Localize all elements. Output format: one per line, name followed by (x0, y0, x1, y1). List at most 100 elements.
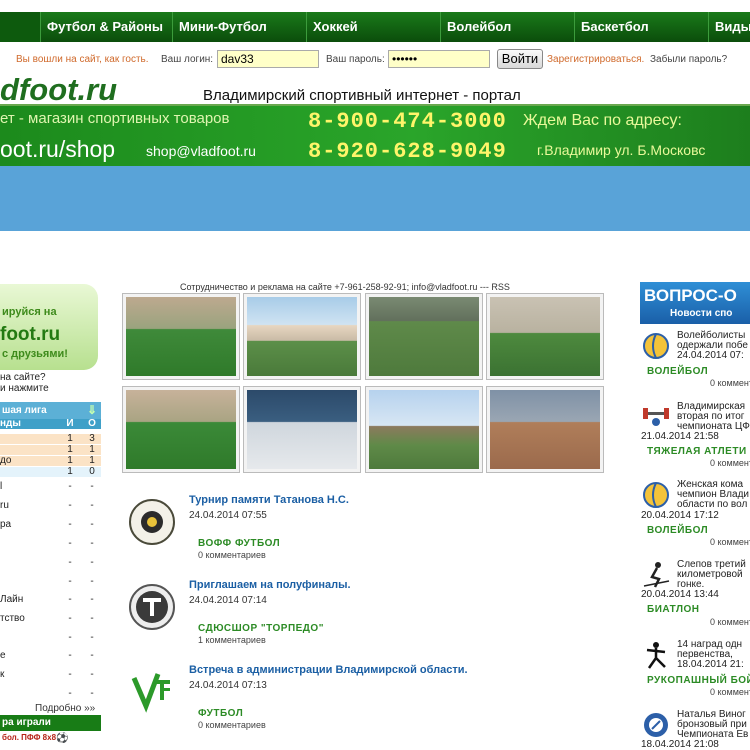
login-input[interactable] (217, 50, 319, 68)
gallery-photo-team-lineup (369, 390, 479, 469)
news-comments[interactable]: 0 комментариев (198, 550, 266, 560)
side-news-category[interactable]: ВОЛЕЙБОЛ (647, 525, 708, 536)
league-table-header: нды И О (0, 419, 101, 429)
side-news-item[interactable]: Волейболисты одержали побе 24.04.2014 07… (641, 331, 750, 391)
side-news-comments[interactable]: 0 коммент (710, 537, 750, 547)
side-news-comments[interactable]: 0 коммент (710, 378, 750, 388)
news-item[interactable]: Приглашаем на полуфиналы. 24.04.2014 07:… (122, 579, 522, 649)
news-title[interactable]: Турнир памяти Татанова Н.С. (189, 494, 349, 506)
register-link[interactable]: Зарегистрироваться. (547, 54, 644, 65)
team-points: 1 (89, 444, 95, 455)
team-games: - (68, 688, 72, 699)
news-title[interactable]: Приглашаем на полуфиналы. (189, 579, 351, 591)
nav-item-basketball[interactable]: Баскетбол (574, 12, 708, 42)
table-row[interactable]: 1 1 (0, 445, 101, 455)
side-news-category[interactable]: ТЯЖЕЛАЯ АТЛЕТИ (647, 446, 747, 457)
team-points: 3 (89, 433, 95, 444)
banner-address: г.Владимир ул. Б.Московс (537, 142, 706, 158)
login-submit-button[interactable]: Войти (497, 49, 543, 69)
gallery-thumb[interactable] (122, 386, 240, 473)
table-row[interactable]: 1 0 (0, 467, 101, 477)
team-games: - (68, 613, 72, 624)
left-note-2: и нажмите (0, 383, 49, 394)
banner-shop-line: ет - магазин спортивных товаров (0, 110, 230, 127)
register-promo[interactable]: ируйся на foot.ru с друзьями! (0, 284, 98, 370)
news-comments[interactable]: 0 комментариев (198, 720, 266, 730)
league-more-link[interactable]: Подробно »» (35, 703, 95, 714)
hand-to-hand-combat-icon (646, 642, 666, 669)
news-category[interactable]: ВОФФ ФУТБОЛ (198, 538, 280, 549)
ball-icon: ⚽ (56, 733, 69, 744)
gallery-thumb[interactable] (365, 386, 483, 473)
vopros-title: ВОПРОС-О (644, 286, 737, 305)
team-points: - (90, 557, 94, 568)
volleyball-icon (643, 333, 669, 359)
gallery-photo-stadium (247, 297, 357, 376)
photo-gallery (122, 293, 605, 473)
team-name: Лайн (0, 594, 24, 605)
table-row[interactable]: до 1 1 (0, 456, 101, 466)
side-news-item[interactable]: Наталья Виног бронзовый при Чемпионата Е… (641, 710, 750, 750)
side-news-item[interactable]: 14 наград одн первенства, 18.04.2014 21:… (641, 640, 750, 700)
side-news-line[interactable]: области по вол (677, 500, 747, 510)
nav-item-volleyball[interactable]: Волейбол (440, 12, 574, 42)
vopros-banner[interactable]: ВОПРОС-О Новости спо (640, 282, 750, 324)
league-arrow-icon[interactable]: ⇓ (87, 402, 97, 419)
nav-item-football[interactable]: Футбол & Районы (40, 12, 172, 42)
news-item[interactable]: Встреча в администрации Владимирской обл… (122, 664, 522, 734)
gallery-thumb[interactable] (365, 293, 483, 380)
team-games: 1 (67, 466, 73, 477)
gallery-thumb[interactable] (243, 293, 361, 380)
gallery-thumb[interactable] (122, 293, 240, 380)
side-news-date: 20.04.2014 13:44 (641, 589, 719, 600)
side-news-item[interactable]: Слепов третий километровой гонке. 20.04.… (641, 560, 750, 630)
voff-logo-icon (129, 499, 175, 545)
password-label: Ваш пароль: (326, 54, 385, 65)
register-promo-line1: ируйся на (2, 306, 57, 318)
nav-item-mini-football[interactable]: Мини-Футбол (172, 12, 306, 42)
site-logo[interactable]: dfoot.ru (0, 72, 117, 108)
gallery-thumb[interactable] (486, 293, 604, 380)
team-name: ра (0, 519, 12, 530)
news-title[interactable]: Встреча в администрации Владимирской обл… (189, 664, 468, 676)
side-news-comments[interactable]: 0 коммент (710, 687, 750, 697)
side-news-comments[interactable]: 0 коммент (710, 458, 750, 468)
side-news-item[interactable]: Владимирская вторая по итог чемпионата Ц… (641, 402, 750, 472)
gallery-photo-players (126, 390, 236, 469)
blue-menu-bar (0, 166, 750, 231)
gallery-photo-match (369, 297, 479, 376)
side-news-category[interactable]: БИАТЛОН (647, 604, 699, 615)
side-news-line: 24.04.2014 07: (677, 350, 744, 361)
news-comments[interactable]: 1 комментариев (198, 635, 266, 645)
news-date: 24.04.2014 07:55 (189, 510, 267, 521)
page-root: { "nav": { "items": ["Футбол & Районы", … (0, 0, 750, 750)
side-news-category[interactable]: ВОЛЕЙБОЛ (647, 366, 708, 377)
side-news-category[interactable]: РУКОПАШНЫЙ БОЙ (647, 675, 750, 686)
played-game-row[interactable]: бол. ПФФ 8х8 ⚽ (0, 731, 101, 745)
gallery-photo-referee (490, 297, 600, 376)
biathlon-skier-icon (643, 562, 670, 588)
password-input[interactable] (388, 50, 490, 68)
side-news-comments[interactable]: 0 коммент (710, 617, 750, 627)
vopros-subtitle: Новости спо (670, 308, 733, 319)
league-col-games: И (66, 418, 74, 429)
side-news-line: 18.04.2014 21: (677, 659, 744, 670)
gallery-thumb[interactable] (243, 386, 361, 473)
nav-item-sports[interactable]: Виды (708, 12, 750, 42)
forgot-password-link[interactable]: Забыли пароль? (650, 54, 727, 65)
news-item[interactable]: Турнир памяти Татанова Н.С. 24.04.2014 0… (122, 494, 522, 564)
table-row[interactable]: 1 3 (0, 434, 101, 444)
side-news-item[interactable]: Женская кома чемпион Влади области по во… (641, 480, 750, 550)
team-games: - (68, 650, 72, 661)
team-points: - (90, 576, 94, 587)
shop-banner[interactable]: ет - магазин спортивных товаров oot.ru/s… (0, 106, 750, 166)
gallery-photo-coaches (247, 390, 357, 469)
left-note-1: на сайте? (0, 372, 46, 383)
news-category[interactable]: СДЮСШОР "ТОРПЕДО" (198, 623, 324, 634)
gallery-thumb[interactable] (486, 386, 604, 473)
news-date: 24.04.2014 07:14 (189, 595, 267, 606)
team-games: - (68, 519, 72, 530)
vladfoot-logo-icon (131, 673, 170, 713)
nav-item-hockey[interactable]: Хоккей (306, 12, 440, 42)
news-category[interactable]: ФУТБОЛ (198, 708, 243, 719)
